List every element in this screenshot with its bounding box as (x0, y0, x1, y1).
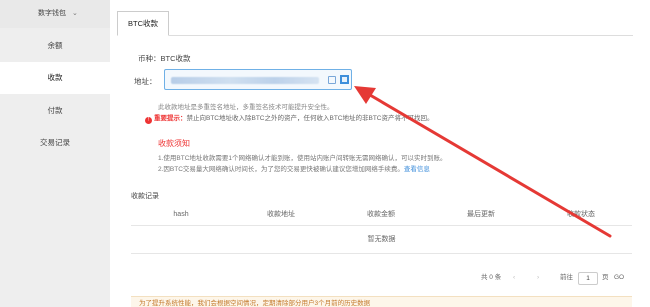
records-table: hash 收款地址 收款金额 最后更新 收款状态 暂无数据 (131, 204, 632, 254)
warning-title: 重要提示： (154, 115, 187, 122)
sidebar-item-receive[interactable]: 收款 (0, 62, 110, 94)
address-value-blurred (171, 77, 319, 84)
column-status: 收款状态 (567, 211, 595, 218)
notice-line-2: 2.因BTC交易量大网络确认时间长，为了您的交易更快被确认建议您增加网络手续费。… (158, 163, 430, 173)
sidebar-header[interactable]: 数字钱包 ⌄ (0, 0, 110, 28)
go-button[interactable]: GO (614, 271, 624, 285)
sidebar-item-pay[interactable]: 付款 (0, 95, 110, 127)
column-address: 收款地址 (267, 211, 295, 218)
table-header: hash 收款地址 收款金额 最后更新 收款状态 (131, 204, 632, 226)
sidebar-item-balance[interactable]: 余额 (0, 30, 110, 62)
qr-code-icon[interactable] (340, 75, 349, 84)
sidebar: 数字钱包 ⌄ 余额 收款 付款 交易记录 (0, 0, 110, 307)
notice-title: 收款须知 (158, 139, 190, 148)
address-field[interactable] (164, 69, 352, 90)
column-amount: 收款金额 (367, 211, 395, 218)
sidebar-item-transactions[interactable]: 交易记录 (0, 127, 110, 159)
prev-page-icon[interactable]: ‹ (513, 271, 515, 285)
tab-btc-receive[interactable]: BTC收款 (117, 11, 169, 36)
next-page-icon[interactable]: › (537, 271, 539, 285)
column-updated: 最后更新 (467, 211, 495, 218)
multisig-note: 此收款地址是多重签名地址，多重签名技术可能提升安全性。 (158, 104, 334, 111)
retention-tip: 为了提升系统性能，我们会根据空间情况，定期清除部分用户3个月前的历史数据 (131, 296, 632, 307)
coin-label: 币种：BTC收款 (138, 54, 191, 63)
warning-note: ! 重要提示：禁止向BTC地址收入除BTC之外的资产，任何收入BTC地址的非BTC… (145, 112, 434, 124)
notice-line-2-text: 2.因BTC交易量大网络确认时间长，为了您的交易更快被确认建议您增加网络手续费。 (158, 166, 404, 173)
goto-label: 前往 (560, 274, 573, 281)
tab-bar: BTC收款 (117, 11, 633, 36)
notice-line-1: 1.使用BTC地址收款需要1个网络确认才能到账，使用站内账户间转账无需网络确认，… (158, 155, 447, 162)
page-number-input[interactable]: 1 (578, 272, 598, 285)
records-title: 收款记录 (131, 193, 159, 200)
warning-text: 禁止向BTC地址收入除BTC之外的资产，任何收入BTC地址的非BTC资产将不可找… (186, 115, 434, 122)
copy-icon[interactable] (328, 76, 336, 84)
sidebar-header-label: 数字钱包 (38, 10, 66, 17)
warning-icon: ! (145, 117, 152, 124)
chevron-down-icon: ⌄ (72, 10, 78, 17)
column-hash: hash (173, 211, 189, 218)
pagination-total: 共 0 条 (481, 274, 502, 281)
address-label: 地址： (134, 77, 157, 86)
page-unit-label: 页 (602, 274, 609, 281)
view-info-link[interactable]: 查看信息 (404, 166, 430, 173)
empty-state: 暂无数据 (131, 226, 632, 254)
